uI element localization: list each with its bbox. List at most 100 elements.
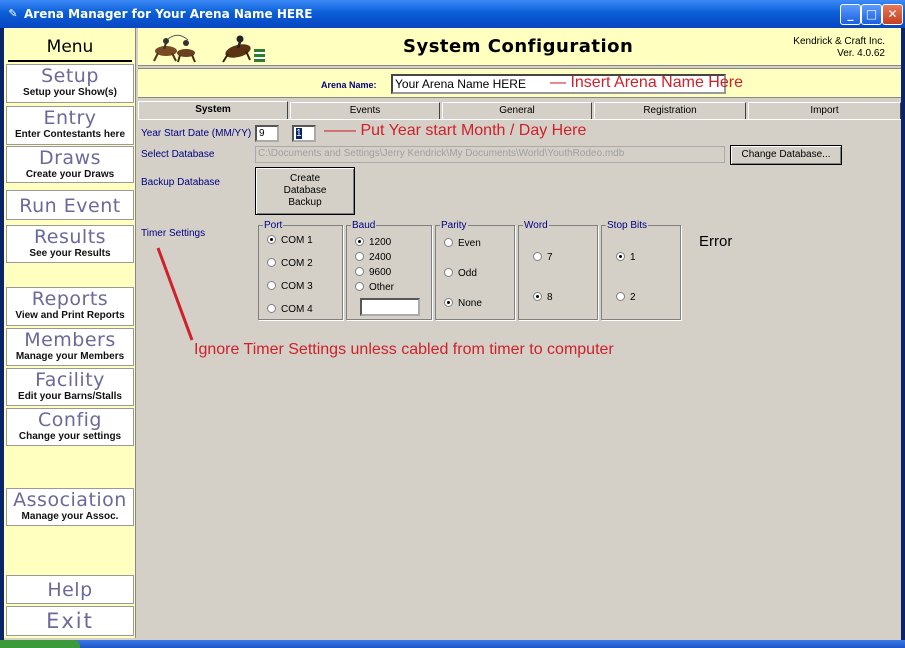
stop-bits-1-label: 1 xyxy=(630,252,636,263)
maximize-icon[interactable]: □ xyxy=(861,4,882,25)
baud-1200-label: 1200 xyxy=(369,237,392,248)
arena-name-bar: Arena Name: Your Arena Name HERE — Inser… xyxy=(138,68,901,98)
parity-odd-radio[interactable]: Odd xyxy=(444,268,477,280)
taskbar xyxy=(0,640,905,648)
baud-9600-radio[interactable]: 9600 xyxy=(355,267,391,279)
nav-setup[interactable]: Setup Setup your Show(s) xyxy=(6,64,134,103)
parity-even-radio[interactable]: Even xyxy=(444,238,481,250)
nav-results-label: Results xyxy=(33,226,107,248)
start-button[interactable] xyxy=(0,640,80,648)
minimize-icon[interactable]: _ xyxy=(840,4,861,25)
parity-odd-label: Odd xyxy=(458,268,477,279)
parity-none-label: None xyxy=(458,298,482,309)
word-7-label: 7 xyxy=(547,252,553,263)
nav-draws[interactable]: Draws Create your Draws xyxy=(6,146,134,183)
radio-unchecked-icon xyxy=(533,252,542,261)
radio-unchecked-icon xyxy=(355,282,364,291)
barrel-racer-logo-icon xyxy=(222,35,265,63)
nav-facility[interactable]: Facility Edit your Barns/Stalls xyxy=(6,368,134,406)
nav-association-sub: Manage your Assoc. xyxy=(21,511,119,522)
nav-entry[interactable]: Entry Enter Contestants here xyxy=(6,106,134,145)
page-header: System Configuration Kendrick & Craft In… xyxy=(138,28,901,66)
nav-entry-label: Entry xyxy=(43,107,97,129)
nav-results[interactable]: Results See your Results xyxy=(6,225,134,263)
parity-even-label: Even xyxy=(458,238,481,249)
client-area: Menu Setup Setup your Show(s) Entry Ente… xyxy=(4,28,901,640)
nav-reports[interactable]: Reports View and Print Reports xyxy=(6,287,134,326)
create-backup-button[interactable]: Create Database Backup xyxy=(255,167,355,215)
radio-checked-icon xyxy=(355,237,364,246)
change-database-button[interactable]: Change Database... xyxy=(730,145,842,165)
page-title: System Configuration xyxy=(403,36,634,57)
tab-system[interactable]: System xyxy=(138,101,288,121)
stop-bits-2-radio[interactable]: 2 xyxy=(616,292,636,304)
baud-9600-label: 9600 xyxy=(369,267,392,278)
port-com3-label: COM 3 xyxy=(281,281,313,292)
stop-bits-1-radio[interactable]: 1 xyxy=(616,252,636,264)
baud-other-input[interactable] xyxy=(360,298,420,316)
radio-unchecked-icon xyxy=(444,268,453,277)
baud-other-radio[interactable]: Other xyxy=(355,282,394,294)
year-start-month-input[interactable]: 9 xyxy=(255,125,279,142)
nav-help[interactable]: Help xyxy=(6,575,134,604)
nav-facility-sub: Edit your Barns/Stalls xyxy=(18,391,122,402)
baud-1200-radio[interactable]: 1200 xyxy=(355,237,391,249)
nav-association[interactable]: Association Manage your Assoc. xyxy=(6,488,134,526)
year-start-day-input[interactable]: 1 xyxy=(292,125,316,142)
nav-config-sub: Change your settings xyxy=(18,431,122,442)
timer-arrow-icon xyxy=(156,247,194,341)
port-com4-radio[interactable]: COM 4 xyxy=(267,304,313,316)
port-com1-label: COM 1 xyxy=(281,235,313,246)
title-bar[interactable]: ✎ Arena Manager for Your Arena Name HERE… xyxy=(0,0,905,28)
nav-reports-sub: View and Print Reports xyxy=(15,310,125,321)
team-roping-logo-icon xyxy=(153,34,196,63)
port-com2-label: COM 2 xyxy=(281,258,313,269)
arena-name-label: Arena Name: xyxy=(321,80,377,90)
stop-bits-2-label: 2 xyxy=(630,292,636,303)
tab-general[interactable]: General xyxy=(442,102,592,120)
backup-database-label: Backup Database xyxy=(141,177,220,188)
port-com4-label: COM 4 xyxy=(281,304,313,315)
parity-none-radio[interactable]: None xyxy=(444,298,482,310)
year-start-day-value: 1 xyxy=(296,128,302,139)
tab-events[interactable]: Events xyxy=(290,102,440,120)
radio-unchecked-icon xyxy=(267,258,276,267)
timer-annotation: Ignore Timer Settings unless cabled from… xyxy=(194,341,614,358)
baud-2400-label: 2400 xyxy=(369,252,392,263)
parity-group-title: Parity xyxy=(440,220,468,231)
nav-config[interactable]: Config Change your settings xyxy=(6,408,134,446)
radio-checked-icon xyxy=(267,235,276,244)
radio-unchecked-icon xyxy=(444,238,453,247)
stop-bits-group: Stop Bits 1 2 xyxy=(601,220,681,320)
nav-draws-sub: Create your Draws xyxy=(25,169,115,180)
nav-exit-label: Exit xyxy=(46,609,94,633)
radio-checked-icon xyxy=(616,252,625,261)
nav-entry-sub: Enter Contestants here xyxy=(14,129,126,140)
word-8-radio[interactable]: 8 xyxy=(533,292,553,304)
sidebar: Menu Setup Setup your Show(s) Entry Ente… xyxy=(4,28,136,638)
menu-heading: Menu xyxy=(8,32,132,62)
radio-unchecked-icon xyxy=(616,292,625,301)
nav-exit[interactable]: Exit xyxy=(6,606,134,636)
word-7-radio[interactable]: 7 xyxy=(533,252,553,264)
port-group-title: Port xyxy=(263,220,284,231)
nav-members[interactable]: Members Manage your Members xyxy=(6,328,134,366)
word-8-label: 8 xyxy=(547,292,553,303)
nav-config-label: Config xyxy=(38,409,102,431)
app-window: ✎ Arena Manager for Your Arena Name HERE… xyxy=(0,0,905,648)
radio-unchecked-icon xyxy=(355,252,364,261)
baud-2400-radio[interactable]: 2400 xyxy=(355,252,391,264)
timer-settings-label: Timer Settings xyxy=(141,228,206,239)
tab-strip: System Events General Registration Impor… xyxy=(138,101,901,121)
tab-import[interactable]: Import xyxy=(748,102,901,120)
app-icon: ✎ xyxy=(8,7,18,20)
company-name: Kendrick & Craft Inc. xyxy=(793,36,885,47)
port-com1-radio[interactable]: COM 1 xyxy=(267,235,313,247)
radio-unchecked-icon xyxy=(355,267,364,276)
close-icon[interactable]: ✕ xyxy=(882,4,903,25)
port-com2-radio[interactable]: COM 2 xyxy=(267,258,313,270)
port-com3-radio[interactable]: COM 3 xyxy=(267,281,313,293)
nav-run-event[interactable]: Run Event xyxy=(6,190,134,220)
baud-other-label: Other xyxy=(369,282,395,293)
tab-registration[interactable]: Registration xyxy=(594,102,746,120)
